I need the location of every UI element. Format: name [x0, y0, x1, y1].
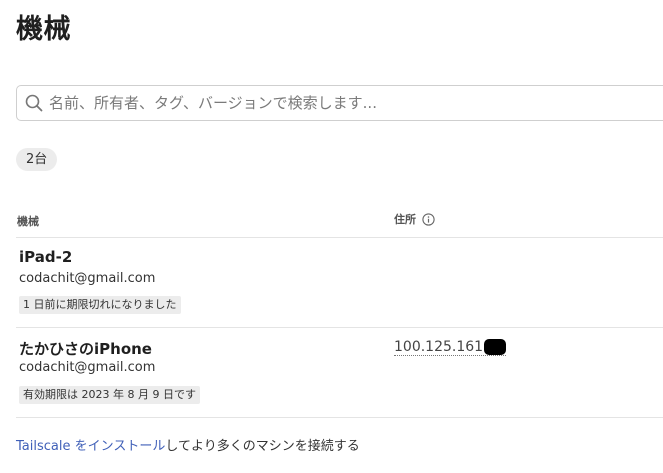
- table-row[interactable]: たかひさのiPhone codachit@gmail.com 有効期限は 202…: [0, 328, 663, 417]
- redaction-mark: [484, 339, 507, 355]
- info-icon[interactable]: [422, 212, 435, 226]
- machine-count-badge: 2台: [16, 148, 58, 171]
- search-box[interactable]: [16, 85, 663, 121]
- footer-message: Tailscale をインストールしてより多くのマシンを接続する: [16, 435, 360, 454]
- machine-name[interactable]: たかひさのiPhone: [19, 338, 152, 359]
- machine-owner-email: codachit@gmail.com: [19, 360, 156, 375]
- install-tailscale-link[interactable]: Tailscale をインストール: [16, 439, 165, 454]
- search-icon: [25, 94, 43, 112]
- column-header-address: 住所: [394, 211, 435, 227]
- search-input[interactable]: [49, 94, 649, 112]
- expiry-status-badge: 1 日前に期限切れになりました: [19, 296, 181, 314]
- page-title: 機械: [16, 14, 71, 45]
- table-row[interactable]: iPad-2 codachit@gmail.com 1 日前に期限切れになりまし…: [0, 238, 663, 327]
- footer-text: してより多くのマシンを接続する: [165, 439, 360, 454]
- machine-owner-email: codachit@gmail.com: [19, 271, 156, 286]
- column-header-machine: 機械: [17, 215, 39, 228]
- machine-name[interactable]: iPad-2: [19, 248, 72, 266]
- column-header-address-label: 住所: [394, 213, 416, 226]
- ip-address-text[interactable]: 100.125.161: [394, 339, 483, 355]
- machines-page: 機械 2台 機械 住所 iPad-2 codachit@gmail.com 1 …: [0, 0, 663, 473]
- expiry-status-badge: 有効期限は 2023 年 8 月 9 日です: [19, 386, 200, 404]
- ip-address[interactable]: 100.125.161: [394, 339, 507, 356]
- row-divider: [16, 417, 663, 418]
